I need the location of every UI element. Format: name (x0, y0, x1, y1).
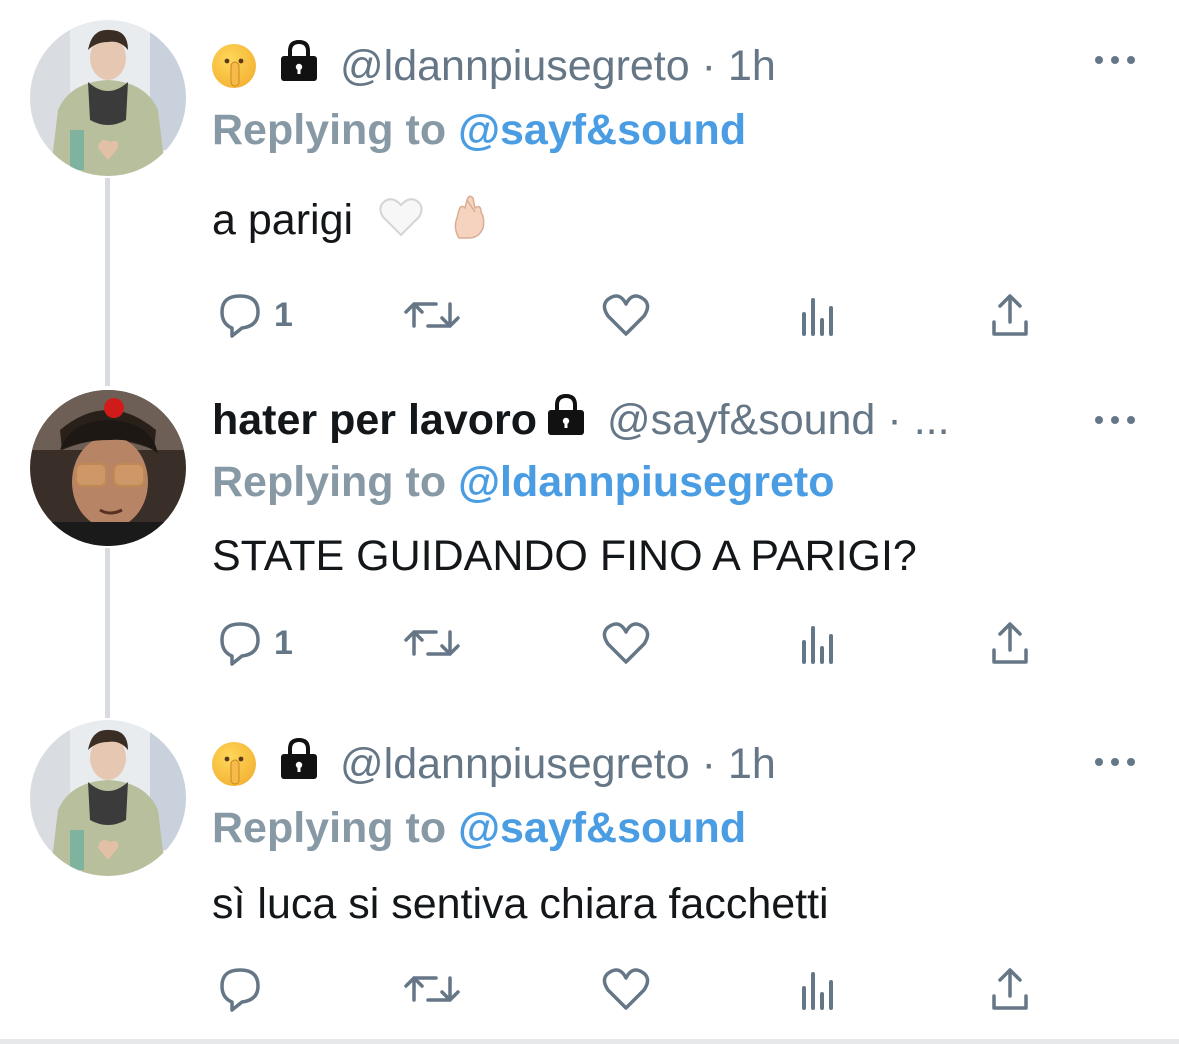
tweet-text-content: a parigi (212, 195, 354, 244)
tweet[interactable]: @ldannpiusegreto · 1h Replying to @sayf&… (0, 0, 1179, 370)
tweet-text: sì luca si sentiva chiara facchetti (212, 880, 829, 928)
tweet-header: @ldannpiusegreto · 1h (212, 736, 776, 792)
reply-target-link[interactable]: @ldannpiusegreto (458, 458, 834, 506)
tweet-text: STATE GUIDANDO FINO A PARIGI? (212, 532, 917, 580)
timestamp[interactable]: 1h (728, 740, 776, 789)
share-button[interactable] (988, 620, 1032, 666)
retweet-button[interactable] (402, 620, 462, 666)
share-button[interactable] (988, 966, 1032, 1012)
replying-to: Replying to @ldannpiusegreto (212, 458, 834, 507)
crossed-fingers-icon (449, 194, 489, 251)
reply-icon (220, 294, 260, 338)
reply-count: 1 (274, 623, 293, 662)
like-button[interactable] (602, 966, 650, 1012)
tweet[interactable]: hater per lavoro @sayf&sound · ... Reply… (0, 370, 1179, 710)
replying-to-label: Replying to (212, 458, 447, 506)
display-name[interactable]: hater per lavoro (212, 396, 537, 445)
retweet-icon (404, 976, 460, 1002)
shushing-face-icon (212, 742, 256, 786)
share-icon (992, 622, 1028, 664)
user-handle[interactable]: @sayf&sound (607, 396, 875, 445)
reply-button[interactable]: 1 (218, 292, 293, 338)
lock-icon (278, 737, 320, 792)
heart-icon (602, 968, 650, 1010)
analytics-icon (802, 298, 833, 336)
share-icon (992, 294, 1028, 336)
analytics-icon (802, 972, 833, 1010)
action-bar: 1 (212, 292, 1042, 352)
reply-icon (220, 622, 260, 666)
user-handle[interactable]: @ldannpiusegreto (340, 42, 690, 91)
replying-to: Replying to @sayf&sound (212, 804, 746, 853)
action-bar: 1 (212, 620, 1042, 680)
analytics-button[interactable] (798, 292, 838, 338)
reply-count: 1 (274, 295, 293, 334)
retweet-button[interactable] (402, 966, 462, 1012)
replying-to-label: Replying to (212, 804, 447, 852)
avatar[interactable] (30, 390, 186, 546)
analytics-icon (802, 626, 833, 664)
tweet-header: hater per lavoro @sayf&sound · ... (212, 392, 950, 448)
retweet-icon (404, 302, 460, 328)
reply-button[interactable]: 1 (218, 620, 293, 666)
timestamp[interactable]: 1h (728, 42, 776, 91)
separator: · (701, 41, 716, 90)
retweet-icon (404, 630, 460, 656)
tweet-text: a parigi (212, 194, 489, 251)
analytics-button[interactable] (798, 966, 838, 1012)
avatar[interactable] (30, 20, 186, 176)
analytics-button[interactable] (798, 620, 838, 666)
share-button[interactable] (988, 292, 1032, 338)
action-bar (212, 966, 1042, 1026)
reply-target-link[interactable]: @sayf&sound (458, 106, 746, 154)
shushing-face-icon (212, 44, 256, 88)
separator: · (887, 395, 902, 444)
lock-icon (545, 393, 587, 448)
replying-to: Replying to @sayf&sound (212, 106, 746, 155)
share-icon (992, 968, 1028, 1010)
reply-target-link[interactable]: @sayf&sound (458, 804, 746, 852)
reply-icon (220, 968, 260, 1012)
user-handle[interactable]: @ldannpiusegreto (340, 740, 690, 789)
heart-icon (602, 622, 650, 664)
avatar[interactable] (30, 720, 186, 876)
retweet-button[interactable] (402, 292, 462, 338)
more-options-icon[interactable] (1095, 50, 1135, 70)
separator: · (701, 739, 716, 788)
divider (0, 1039, 1179, 1044)
tweet-header: @ldannpiusegreto · 1h (212, 38, 776, 94)
replying-to-label: Replying to (212, 106, 447, 154)
more-options-icon[interactable] (1095, 752, 1135, 772)
tweet[interactable]: @ldannpiusegreto · 1h Replying to @sayf&… (0, 700, 1179, 1044)
white-heart-icon (379, 197, 423, 248)
more-options-icon[interactable] (1095, 410, 1135, 430)
reply-button[interactable] (218, 966, 274, 1012)
like-button[interactable] (602, 292, 650, 338)
timestamp[interactable]: ... (914, 396, 950, 445)
lock-icon (278, 39, 320, 94)
like-button[interactable] (602, 620, 650, 666)
heart-icon (602, 294, 650, 336)
